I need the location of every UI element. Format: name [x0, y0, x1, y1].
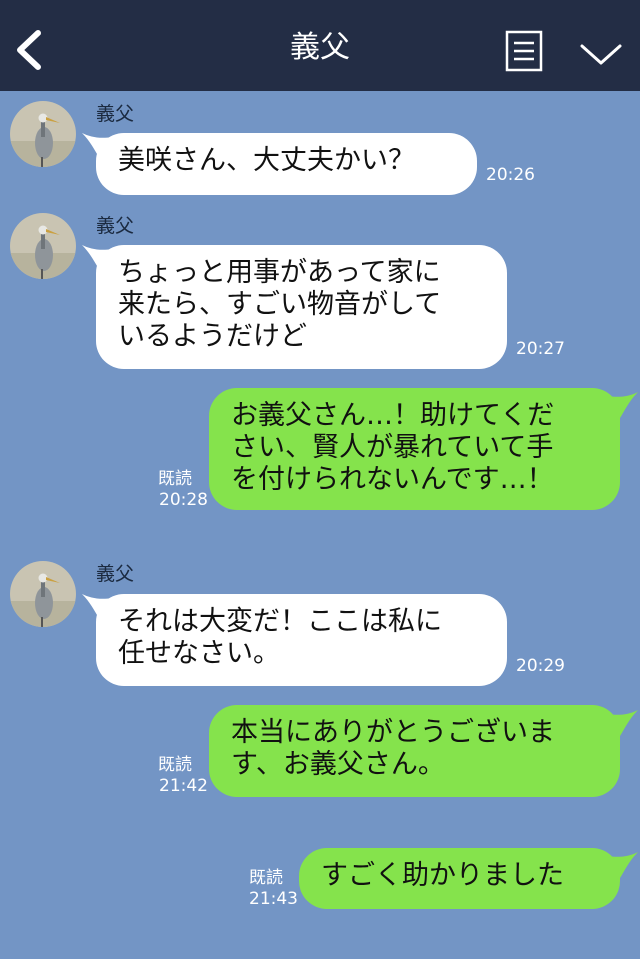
message-time: 20:26 — [486, 165, 535, 185]
message-bubble[interactable]: すごく助かりました — [299, 848, 620, 909]
message-bubble[interactable]: お義父さん…！助けてくだ さい、賢人が暴れていて手 を付けられないんです…！ — [209, 388, 620, 510]
message-bubble[interactable]: それは大変だ！ここは私に 任せなさい。 — [96, 594, 507, 686]
sender-name: 義父 — [96, 563, 135, 585]
heron-avatar-icon — [10, 561, 76, 627]
document-menu-icon — [505, 30, 543, 72]
message-time: 20:29 — [516, 656, 565, 676]
chat-header: 義父 — [0, 0, 640, 91]
avatar[interactable] — [10, 213, 76, 279]
message-time: 20:27 — [516, 339, 565, 359]
sender-name: 義父 — [96, 215, 135, 237]
message-time: 21:42 — [159, 776, 208, 796]
message-bubble[interactable]: 美咲さん、大丈夫かい？ — [96, 133, 477, 195]
sender-name: 義父 — [96, 103, 135, 125]
menu-button[interactable] — [505, 30, 543, 72]
chat-title: 義父 — [290, 30, 350, 65]
message-time: 21:43 — [249, 889, 298, 909]
message-time: 20:28 — [159, 490, 208, 510]
message-bubble[interactable]: 本当にありがとうございま す、お義父さん。 — [209, 705, 620, 797]
avatar[interactable] — [10, 101, 76, 167]
read-receipt: 既読 — [158, 469, 192, 489]
avatar[interactable] — [10, 561, 76, 627]
heron-avatar-icon — [10, 213, 76, 279]
expand-button[interactable] — [578, 38, 624, 70]
read-receipt: 既読 — [249, 868, 283, 888]
read-receipt: 既読 — [158, 755, 192, 775]
message-bubble[interactable]: ちょっと用事があって家に 来たら、すごい物音がして いるようだけど — [96, 245, 507, 369]
chevron-down-icon — [580, 44, 622, 65]
heron-avatar-icon — [10, 101, 76, 167]
